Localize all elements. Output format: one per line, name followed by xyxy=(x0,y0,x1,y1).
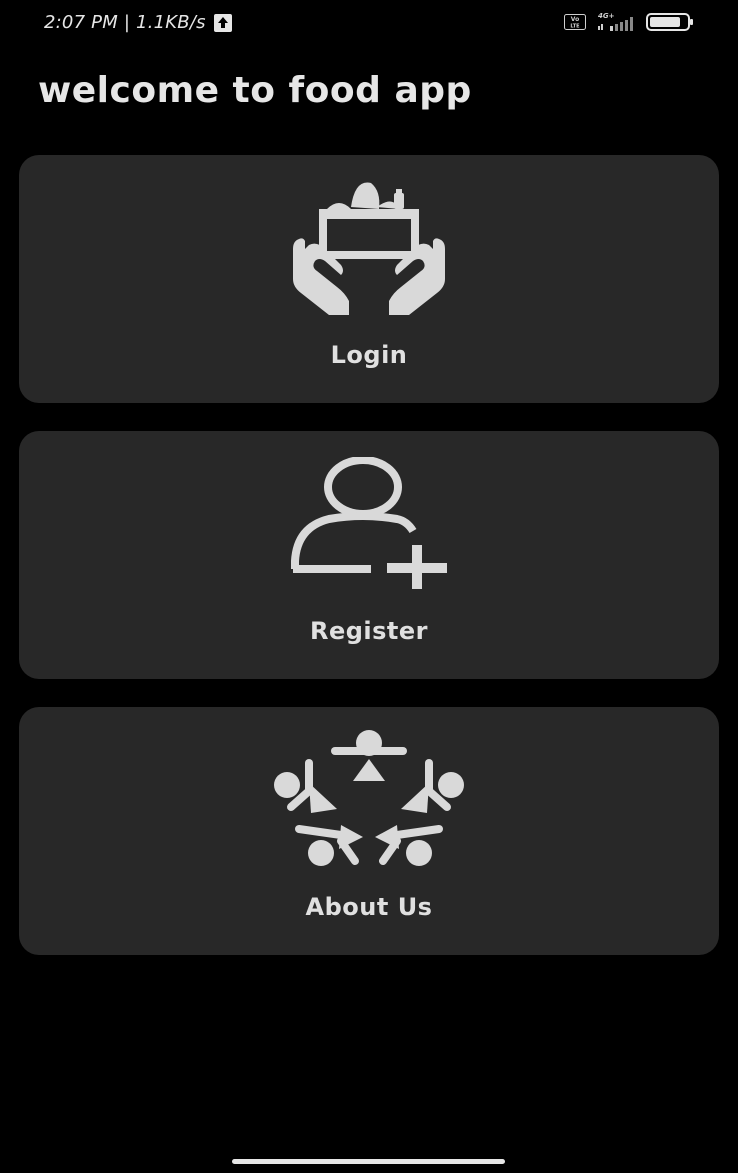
about-us-label: About Us xyxy=(305,893,433,921)
status-left: 2:07 PM | 1.1KB/s xyxy=(44,12,232,33)
people-circle-icon xyxy=(274,730,464,866)
status-bar: 2:07 PM | 1.1KB/s Vo LTE 4G+ xyxy=(0,0,738,48)
home-indicator-bar[interactable] xyxy=(232,1159,505,1164)
hands-holding-groceries-icon xyxy=(293,182,445,315)
login-button[interactable]: Login xyxy=(19,155,719,403)
svg-text:LTE: LTE xyxy=(570,24,580,30)
volte-icon: Vo LTE xyxy=(564,14,586,30)
svg-text:Vo: Vo xyxy=(571,16,579,23)
page-title: welcome to food app xyxy=(38,70,472,111)
battery-icon xyxy=(646,13,693,31)
signal-bars-icon: 4G+ xyxy=(598,12,633,31)
status-right: Vo LTE 4G+ xyxy=(564,12,694,32)
status-time-speed: 2:07 PM | 1.1KB/s xyxy=(44,12,206,33)
register-button[interactable]: Register xyxy=(19,431,719,679)
app-screen: 2:07 PM | 1.1KB/s Vo LTE 4G+ welcome to … xyxy=(0,0,738,1173)
login-label: Login xyxy=(330,341,408,369)
about-us-button[interactable]: About Us xyxy=(19,707,719,955)
upload-arrow-icon xyxy=(213,13,232,32)
register-label: Register xyxy=(309,617,429,645)
add-user-icon xyxy=(291,457,447,589)
svg-text:4G+: 4G+ xyxy=(598,12,615,20)
